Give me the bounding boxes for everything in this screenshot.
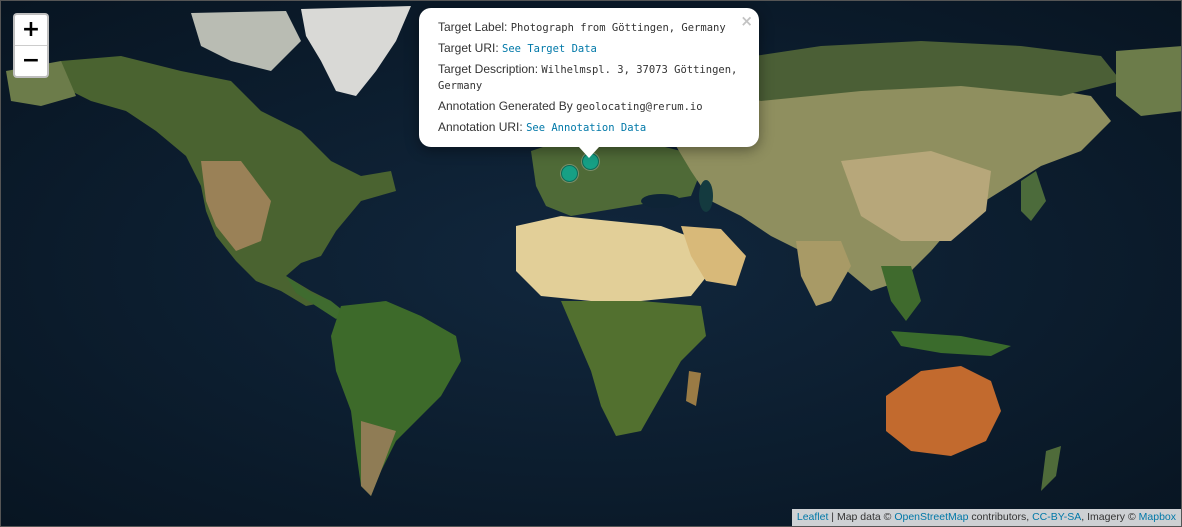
zoom-in-button[interactable]: + bbox=[15, 15, 47, 45]
caspian-sea bbox=[699, 180, 713, 212]
zoom-control: + − bbox=[13, 13, 49, 78]
target-label-value: Photograph from Göttingen, Germany bbox=[510, 22, 726, 34]
license-link[interactable]: CC-BY-SA bbox=[1032, 511, 1081, 523]
target-data-link[interactable]: See Target Data bbox=[502, 43, 597, 55]
generated-by-row: Annotation Generated By geolocating@reru… bbox=[438, 99, 741, 115]
map-container[interactable]: + − × Target Label: Photograph from Gött… bbox=[0, 0, 1182, 527]
map-attribution: Leaflet | Map data © OpenStreetMap contr… bbox=[791, 509, 1181, 526]
generated-by-value: geolocating@rerum.io bbox=[576, 101, 703, 113]
target-label-row: Target Label: Photograph from Göttingen,… bbox=[438, 20, 741, 36]
popup-tip bbox=[579, 147, 599, 158]
openstreetmap-link[interactable]: OpenStreetMap bbox=[894, 511, 968, 523]
target-uri-row: Target URI: See Target Data bbox=[438, 41, 741, 57]
annotation-data-link[interactable]: See Annotation Data bbox=[526, 122, 646, 134]
annotation-uri-key: Annotation URI: bbox=[438, 120, 523, 134]
black-sea bbox=[641, 194, 681, 208]
zoom-out-button[interactable]: − bbox=[15, 45, 47, 76]
target-uri-key: Target URI: bbox=[438, 41, 499, 55]
target-description-row: Target Description: Wilhelmspl. 3, 37073… bbox=[438, 62, 741, 94]
attribution-map-data-text: | Map data © bbox=[828, 511, 895, 523]
leaflet-link[interactable]: Leaflet bbox=[797, 511, 829, 523]
attribution-contributors-text: contributors, bbox=[968, 511, 1033, 523]
generated-by-key: Annotation Generated By bbox=[438, 99, 573, 113]
target-label-key: Target Label: bbox=[438, 20, 508, 34]
attribution-imagery-text: , Imagery © bbox=[1081, 511, 1139, 523]
map-marker[interactable] bbox=[561, 165, 578, 182]
mapbox-link[interactable]: Mapbox bbox=[1139, 511, 1176, 523]
target-description-key: Target Description: bbox=[438, 62, 539, 76]
annotation-uri-row: Annotation URI: See Annotation Data bbox=[438, 120, 741, 136]
popup-close-button[interactable]: × bbox=[740, 12, 753, 30]
annotation-popup: × Target Label: Photograph from Göttinge… bbox=[419, 8, 759, 158]
